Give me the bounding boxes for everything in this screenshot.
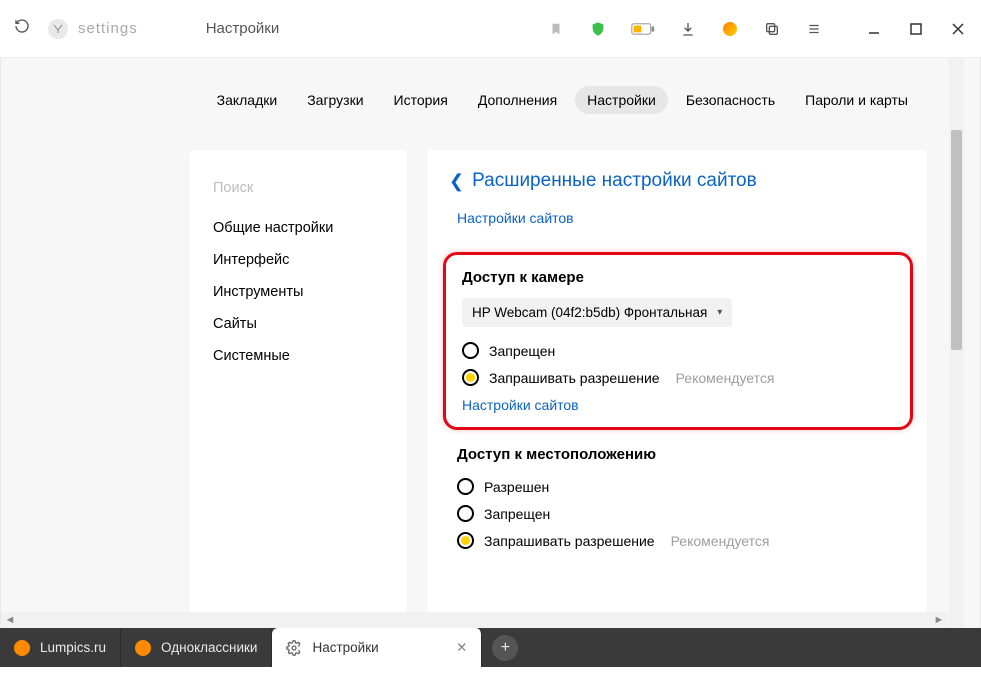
- favicon-icon: [135, 640, 151, 656]
- panel-header[interactable]: ❮ Расширенные настройки сайтов: [427, 150, 927, 206]
- horizontal-scrollbar[interactable]: ◄ ►: [1, 612, 948, 628]
- copy-icon[interactable]: [763, 20, 781, 38]
- nav-settings[interactable]: Настройки: [575, 86, 668, 114]
- radio-icon: [462, 342, 479, 359]
- chevron-down-icon: ▾: [717, 307, 722, 318]
- favicon-icon: [14, 640, 30, 656]
- location-access-section: Доступ к местоположению Разрешен Запреще…: [427, 442, 927, 554]
- location-option-allowed[interactable]: Разрешен: [457, 473, 897, 500]
- camera-option-denied-label: Запрещен: [489, 343, 555, 359]
- shield-icon[interactable]: [589, 20, 607, 38]
- settings-sidebar: Поиск Общие настройки Интерфейс Инструме…: [189, 150, 407, 622]
- sites-settings-link-top[interactable]: Настройки сайтов: [427, 206, 927, 238]
- radio-icon: [457, 478, 474, 495]
- tab-lumpics[interactable]: Lumpics.ru: [0, 628, 121, 667]
- camera-sites-link[interactable]: Настройки сайтов: [462, 397, 894, 413]
- camera-device-dropdown[interactable]: HP Webcam (04f2:b5db) Фронтальная ▾: [462, 298, 732, 327]
- sidebar-item-interface[interactable]: Интерфейс: [189, 244, 407, 276]
- tab-close-icon[interactable]: ✕: [456, 640, 467, 656]
- location-option-ask-label: Запрашивать разрешение: [484, 533, 655, 549]
- scroll-thumb[interactable]: [951, 130, 962, 350]
- maximize-icon[interactable]: [907, 20, 925, 38]
- tab-label: Настройки: [312, 640, 378, 655]
- battery-icon[interactable]: [631, 20, 655, 38]
- nav-addons[interactable]: Дополнения: [466, 86, 569, 114]
- settings-panel: ❮ Расширенные настройки сайтов Настройки…: [427, 150, 927, 622]
- location-option-ask[interactable]: Запрашивать разрешение Рекомендуется: [457, 527, 897, 554]
- panel-header-title: Расширенные настройки сайтов: [472, 170, 757, 192]
- tab-bar: Lumpics.ru Одноклассники Настройки ✕ +: [0, 628, 981, 667]
- browser-toolbar: settings Настройки: [0, 0, 981, 58]
- sidebar-item-system[interactable]: Системные: [189, 340, 407, 372]
- nav-passwords[interactable]: Пароли и карты: [793, 86, 920, 114]
- location-option-allowed-label: Разрешен: [484, 479, 549, 495]
- address-bar[interactable]: settings: [48, 19, 138, 39]
- sidebar-item-sites[interactable]: Сайты: [189, 308, 407, 340]
- tab-odnoklassniki[interactable]: Одноклассники: [121, 628, 272, 667]
- sidebar-item-tools[interactable]: Инструменты: [189, 276, 407, 308]
- radio-selected-icon: [462, 369, 479, 386]
- camera-option-ask[interactable]: Запрашивать разрешение Рекомендуется: [462, 364, 894, 391]
- nav-downloads[interactable]: Загрузки: [295, 86, 375, 114]
- camera-access-section: Доступ к камере HP Webcam (04f2:b5db) Фр…: [443, 252, 913, 430]
- recommended-label: Рекомендуется: [676, 370, 775, 386]
- camera-section-title: Доступ к камере: [462, 269, 894, 286]
- camera-option-ask-label: Запрашивать разрешение: [489, 370, 660, 386]
- download-icon[interactable]: [679, 20, 697, 38]
- minimize-icon[interactable]: [865, 20, 883, 38]
- gear-icon: [286, 640, 302, 656]
- radio-selected-icon: [457, 532, 474, 549]
- reload-icon[interactable]: [14, 18, 30, 39]
- address-text: settings: [78, 20, 138, 37]
- location-option-denied-label: Запрещен: [484, 506, 550, 522]
- settings-topnav: Закладки Загрузки История Дополнения Нас…: [205, 86, 920, 114]
- tab-label: Lumpics.ru: [40, 640, 106, 655]
- close-icon[interactable]: [949, 20, 967, 38]
- tab-settings[interactable]: Настройки ✕: [272, 628, 482, 667]
- location-section-title: Доступ к местоположению: [457, 446, 897, 463]
- camera-dropdown-value: HP Webcam (04f2:b5db) Фронтальная: [472, 305, 707, 320]
- sidebar-item-general[interactable]: Общие настройки: [189, 212, 407, 244]
- page-title: Настройки: [206, 20, 280, 37]
- toolbar-right: [547, 20, 967, 38]
- radio-icon: [457, 505, 474, 522]
- vertical-scrollbar[interactable]: [949, 58, 964, 628]
- scroll-left-icon[interactable]: ◄: [3, 613, 17, 627]
- extension-icon[interactable]: [721, 20, 739, 38]
- nav-bookmarks[interactable]: Закладки: [205, 86, 290, 114]
- new-tab-button[interactable]: +: [492, 635, 518, 661]
- nav-security[interactable]: Безопасность: [674, 86, 787, 114]
- location-option-denied[interactable]: Запрещен: [457, 500, 897, 527]
- back-chevron-icon[interactable]: ❮: [449, 171, 464, 192]
- content-area: Закладки Загрузки История Дополнения Нас…: [0, 58, 981, 628]
- tab-label: Одноклассники: [161, 640, 257, 655]
- nav-history[interactable]: История: [382, 86, 460, 114]
- scroll-right-icon[interactable]: ►: [932, 613, 946, 627]
- recommended-label: Рекомендуется: [671, 533, 770, 549]
- sidebar-search[interactable]: Поиск: [189, 172, 407, 204]
- bookmark-icon[interactable]: [547, 20, 565, 38]
- menu-icon[interactable]: [805, 20, 823, 38]
- camera-option-denied[interactable]: Запрещен: [462, 337, 894, 364]
- site-identity-icon: [48, 19, 68, 39]
